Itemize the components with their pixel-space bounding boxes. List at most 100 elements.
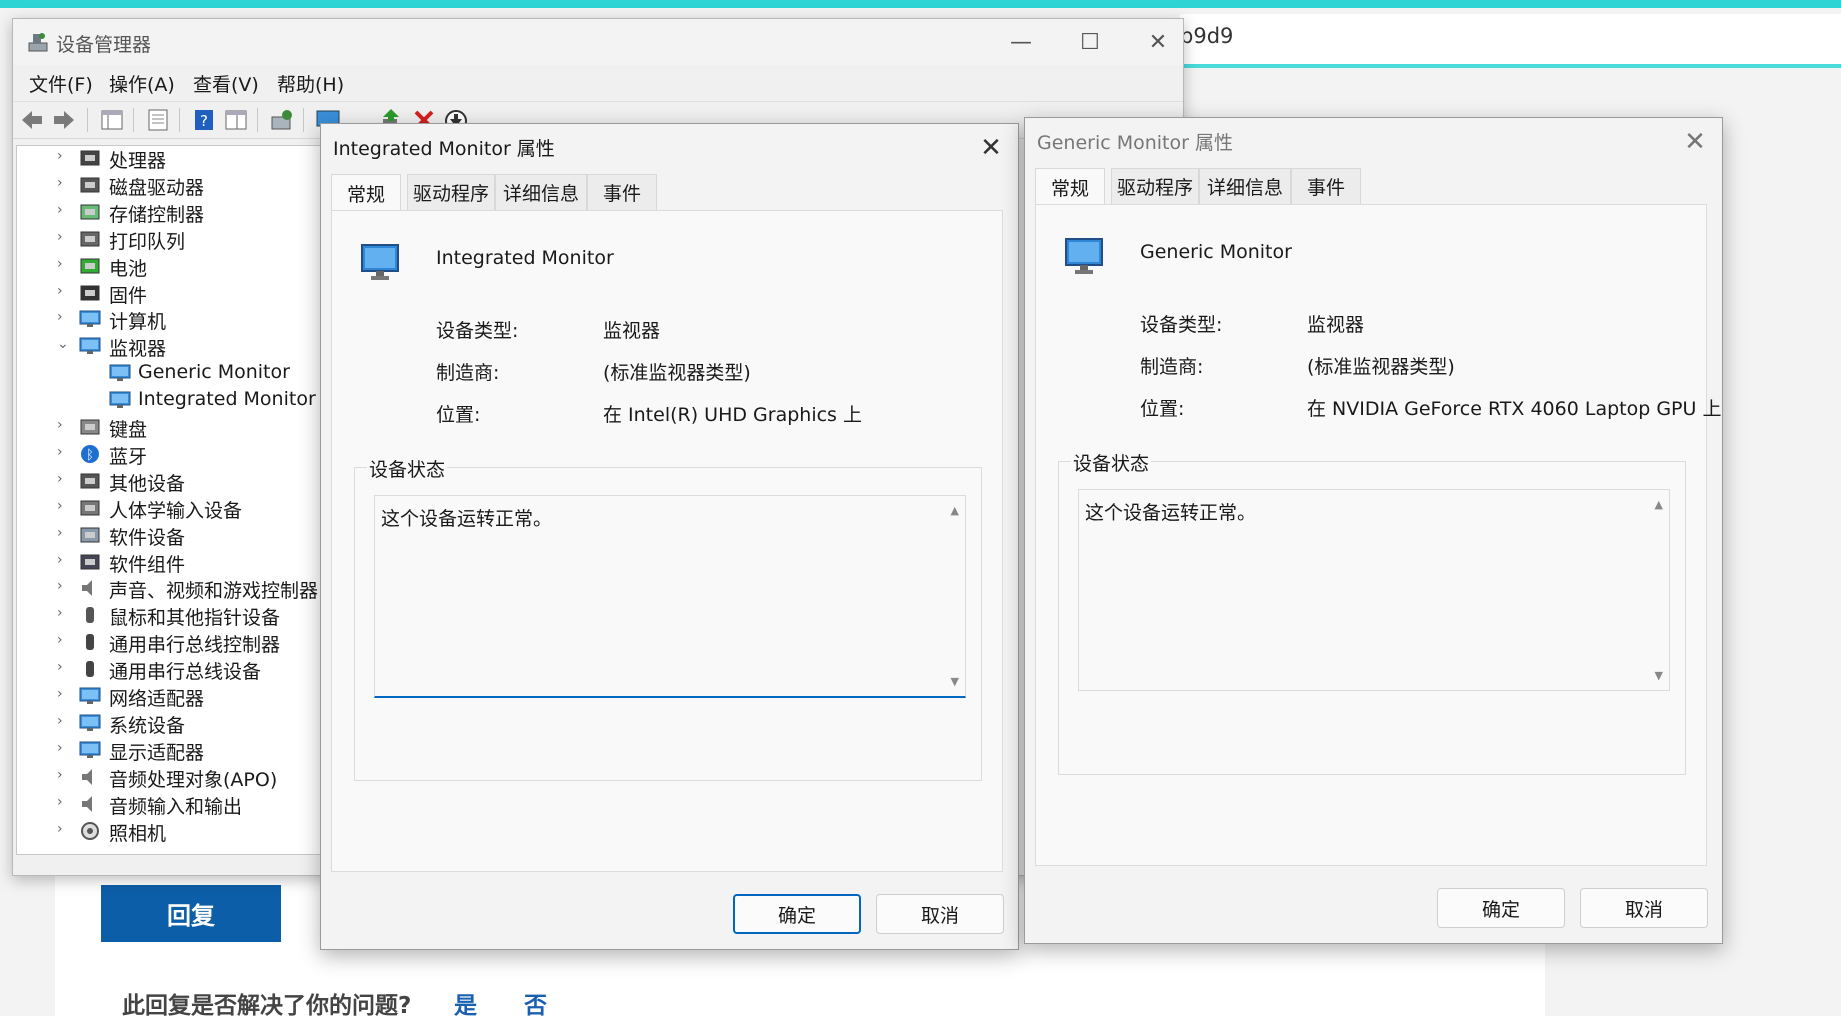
tree-category-item[interactable]: › 音频处理对象(APO) [17, 764, 322, 791]
tree-item-label: 声音、视频和游戏控制器 [109, 580, 319, 603]
expand-chevron-right-icon[interactable]: › [57, 713, 71, 729]
tree-category-item[interactable]: › 人体学输入设备 [17, 495, 322, 522]
tree-category-item[interactable]: › 音频输入和输出 [17, 791, 322, 818]
tree-category-item[interactable]: › 电池 [17, 253, 322, 280]
menu-view[interactable]: 查看(V) [193, 70, 259, 97]
close-button[interactable]: ✕ [1133, 25, 1183, 59]
expand-chevron-right-icon[interactable]: › [57, 444, 71, 460]
tree-category-item[interactable]: › 通用串行总线控制器 [17, 629, 322, 656]
tree-category-item[interactable]: › 软件设备 [17, 522, 322, 549]
dialog-close-button[interactable]: ✕ [1673, 122, 1717, 162]
expand-chevron-right-icon[interactable]: › [57, 767, 71, 783]
dialog-close-button[interactable]: ✕ [969, 128, 1013, 168]
expand-chevron-right-icon[interactable]: › [57, 632, 71, 648]
tree-item-label: 软件设备 [109, 526, 186, 549]
tree-category-item[interactable]: › 处理器 [17, 146, 322, 172]
device-type-value: 监视器 [603, 320, 661, 342]
address-bar[interactable] [1180, 14, 1841, 68]
menu-file[interactable]: 文件(F) [29, 70, 93, 97]
yes-link[interactable]: 是 [454, 986, 477, 1020]
expand-chevron-right-icon[interactable]: › [57, 148, 71, 164]
back-arrow-icon[interactable] [19, 107, 45, 133]
device-tree[interactable]: › 处理器 › 磁盘驱动器 › 存储控制器 › 打印队列 › 电池 › 固件 › 计算机 ⌄ 监视器 Gener… [16, 145, 323, 855]
tree-category-item[interactable]: › 照相机 [17, 818, 322, 845]
tab-events[interactable]: 事件 [587, 174, 657, 210]
tab-driver[interactable]: 驱动程序 [407, 174, 495, 210]
tree-category-item[interactable]: › 声音、视频和游戏控制器 [17, 575, 322, 603]
expand-chevron-right-icon[interactable]: › [57, 471, 71, 487]
tab-events[interactable]: 事件 [1291, 168, 1361, 204]
tree-category-item[interactable]: › ᛒ 蓝牙 [17, 441, 322, 468]
tab-general[interactable]: 常规 [1035, 168, 1105, 205]
tree-category-item[interactable]: › 网络适配器 [17, 683, 322, 710]
tree-child-item[interactable]: Generic Monitor [17, 360, 322, 386]
tree-category-item[interactable]: › 存储控制器 [17, 199, 322, 226]
expand-chevron-right-icon[interactable]: › [57, 417, 71, 433]
scroll-down-icon[interactable]: ▼ [951, 675, 959, 688]
expand-chevron-right-icon[interactable]: › [57, 283, 71, 299]
tree-category-item[interactable]: › 显示适配器 [17, 737, 322, 764]
ok-button[interactable]: 确定 [1437, 888, 1565, 928]
tab-details[interactable]: 详细信息 [495, 174, 587, 210]
tree-category-item[interactable]: › 固件 [17, 280, 322, 307]
device-status-text: 这个设备运转正常。 [381, 508, 553, 530]
expand-chevron-right-icon[interactable]: › [57, 525, 71, 541]
expand-chevron-right-icon[interactable]: › [57, 686, 71, 702]
view-icon[interactable] [223, 107, 249, 133]
expand-chevron-right-icon[interactable]: › [57, 309, 71, 325]
expand-chevron-right-icon[interactable]: › [57, 740, 71, 756]
tree-child-item[interactable]: Integrated Monitor [17, 387, 322, 413]
expand-chevron-right-icon[interactable]: › [57, 659, 71, 675]
expand-chevron-right-icon[interactable]: › [57, 175, 71, 191]
expand-chevron-down-icon[interactable]: ⌄ [57, 336, 71, 352]
tree-category-item[interactable]: › 通用串行总线设备 [17, 656, 322, 683]
manufacturer-value: (标准监视器类型) [1307, 356, 1455, 378]
menu-help[interactable]: 帮助(H) [277, 70, 344, 97]
expand-chevron-right-icon[interactable]: › [57, 821, 71, 837]
expand-chevron-right-icon[interactable]: › [57, 794, 71, 810]
tree-category-item[interactable]: › 软件组件 [17, 549, 322, 576]
ok-button[interactable]: 确定 [733, 894, 861, 934]
tree-category-item[interactable]: ⌄ 监视器 [17, 333, 322, 361]
tree-category-item[interactable]: › 系统设备 [17, 710, 322, 737]
tree-category-item[interactable]: › 其他设备 [17, 468, 322, 495]
expand-chevron-right-icon[interactable]: › [57, 202, 71, 218]
expand-chevron-right-icon[interactable]: › [57, 498, 71, 514]
reply-button[interactable]: 回复 [101, 885, 281, 942]
tree-category-item[interactable]: › 鼠标和其他指针设备 [17, 602, 322, 629]
help-icon[interactable]: ? [191, 107, 217, 133]
tree-item-label: Integrated Monitor [138, 388, 316, 411]
expand-chevron-right-icon[interactable]: › [57, 256, 71, 272]
expand-chevron-right-icon[interactable]: › [57, 229, 71, 245]
tree-item-label: 监视器 [109, 338, 167, 361]
show-hide-tree-icon[interactable] [99, 107, 125, 133]
no-link[interactable]: 否 [524, 986, 547, 1020]
minimize-button[interactable]: — [996, 25, 1046, 59]
scroll-down-icon[interactable]: ▼ [1655, 669, 1663, 682]
toolbar-separator [133, 108, 134, 132]
tab-details[interactable]: 详细信息 [1199, 168, 1291, 204]
forward-arrow-icon[interactable] [51, 107, 77, 133]
scan-hardware-icon[interactable] [269, 107, 295, 133]
expand-chevron-right-icon[interactable]: › [57, 605, 71, 621]
properties-icon[interactable] [145, 107, 171, 133]
tree-category-item[interactable]: › 打印队列 [17, 226, 322, 253]
device-status-textbox[interactable]: 这个设备运转正常。 ▲ ▼ [1078, 489, 1670, 691]
tree-category-item[interactable]: › 计算机 [17, 306, 322, 333]
tab-driver[interactable]: 驱动程序 [1111, 168, 1199, 204]
scroll-up-icon[interactable]: ▲ [1655, 498, 1663, 511]
tree-category-item[interactable]: › 键盘 [17, 414, 322, 441]
tab-general[interactable]: 常规 [331, 174, 401, 211]
cancel-button[interactable]: 取消 [876, 894, 1004, 934]
tree-category-item[interactable]: › 磁盘驱动器 [17, 172, 322, 199]
expand-chevron-right-icon[interactable]: › [57, 552, 71, 568]
usb-icon [86, 634, 94, 651]
title-bar[interactable]: 设备管理器 — ☐ ✕ [13, 19, 1183, 65]
device-status-textbox[interactable]: 这个设备运转正常。 ▲ ▼ [374, 495, 966, 698]
menu-action[interactable]: 操作(A) [109, 70, 175, 97]
expand-chevron-right-icon[interactable]: › [57, 578, 71, 594]
scroll-up-icon[interactable]: ▲ [951, 504, 959, 517]
device-type-label: 设备类型: [436, 320, 519, 342]
maximize-button[interactable]: ☐ [1065, 25, 1115, 59]
cancel-button[interactable]: 取消 [1580, 888, 1708, 928]
